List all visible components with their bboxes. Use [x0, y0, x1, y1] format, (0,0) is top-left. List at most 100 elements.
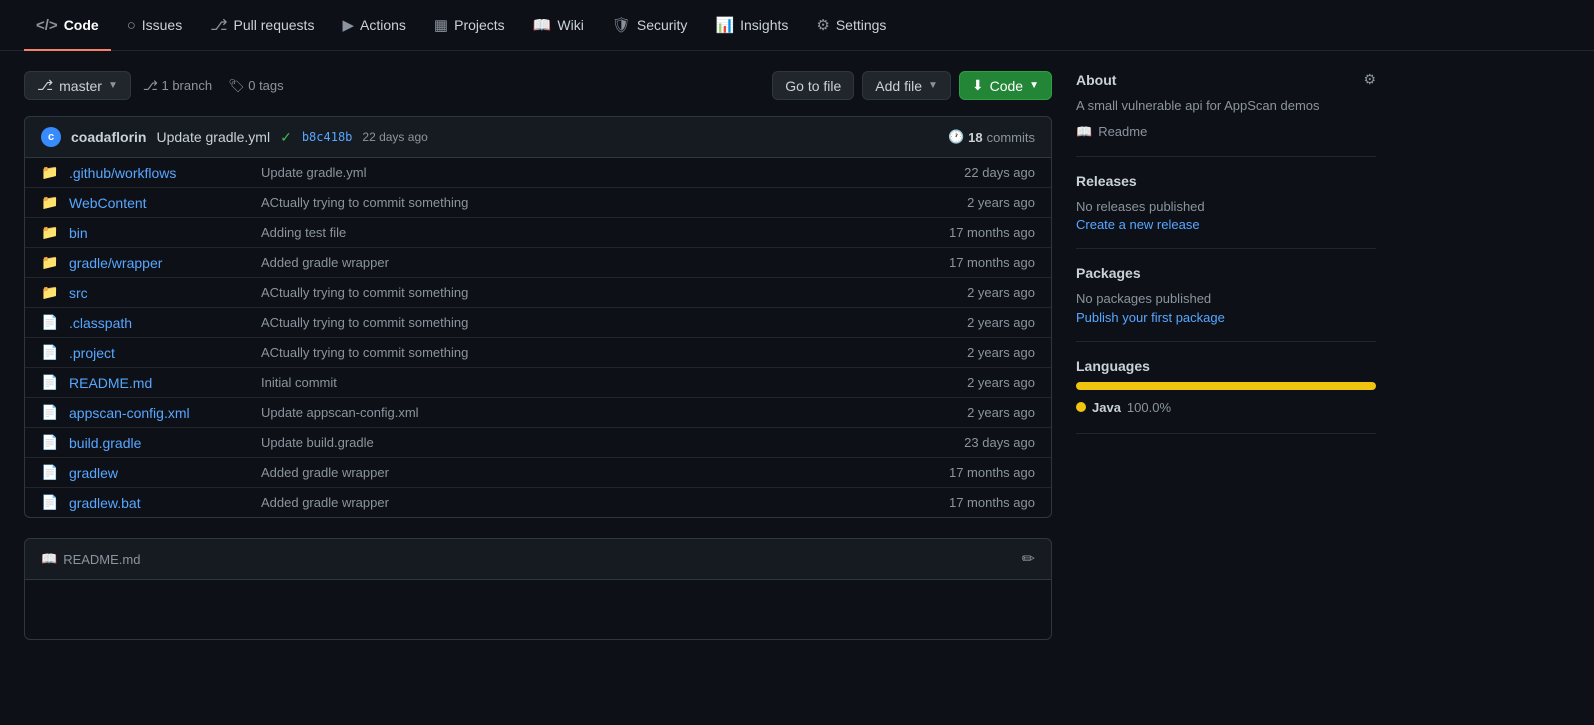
- table-row: 📄gradlewAdded gradle wrapper17 months ag…: [25, 458, 1051, 488]
- history-count: 18: [968, 130, 982, 145]
- file-name-link[interactable]: appscan-config.xml: [69, 405, 249, 421]
- commit-author-link[interactable]: coadaflorin: [71, 129, 146, 145]
- nav-label-settings: Settings: [836, 17, 887, 33]
- nav-label-security: Security: [637, 17, 688, 33]
- file-name-link[interactable]: gradlew: [69, 465, 249, 481]
- branch-count-link[interactable]: ⎇ 1 branch: [143, 78, 212, 94]
- folder-icon: 📁: [41, 254, 57, 271]
- wiki-icon: 📖: [533, 16, 552, 34]
- file-table: 📁.github/workflowsUpdate gradle.yml22 da…: [24, 158, 1052, 518]
- tag-icon: 🏷: [228, 78, 245, 93]
- edit-readme-button[interactable]: ✏: [1022, 549, 1035, 569]
- branch-count: 1: [161, 78, 168, 93]
- history-label: commits: [987, 130, 1035, 145]
- folder-icon: 📁: [41, 164, 57, 181]
- nav-item-pull-requests[interactable]: ⎇ Pull requests: [198, 8, 326, 42]
- readme-link-label: Readme: [1098, 124, 1147, 139]
- nav-label-pull-requests: Pull requests: [234, 17, 315, 33]
- file-name-link[interactable]: WebContent: [69, 195, 249, 211]
- nav-label-insights: Insights: [740, 17, 788, 33]
- add-file-button[interactable]: Add file ▼: [862, 71, 951, 100]
- file-time: 2 years ago: [967, 285, 1035, 300]
- file-commit-message: ACtually trying to commit something: [261, 195, 955, 210]
- actions-icon: ▶: [342, 16, 354, 34]
- nav-label-wiki: Wiki: [557, 17, 583, 33]
- packages-section: Packages No packages published Publish y…: [1076, 249, 1376, 342]
- file-name-link[interactable]: .classpath: [69, 315, 249, 331]
- nav-item-insights[interactable]: 📊 Insights: [703, 8, 800, 42]
- download-icon: ⬇: [972, 77, 984, 94]
- branch-label: branch: [172, 78, 212, 93]
- go-to-file-button[interactable]: Go to file: [772, 71, 854, 100]
- about-title: About: [1076, 72, 1116, 88]
- code-label: Code: [990, 78, 1023, 94]
- file-name-link[interactable]: gradle/wrapper: [69, 255, 249, 271]
- file-name-link[interactable]: bin: [69, 225, 249, 241]
- readme-content: [24, 580, 1052, 640]
- readme-link[interactable]: 📖 Readme: [1076, 124, 1376, 140]
- code-icon: </>: [36, 17, 58, 34]
- nav-item-issues[interactable]: ○ Issues: [115, 9, 195, 42]
- branch-selector[interactable]: ⎇ master ▼: [24, 71, 131, 100]
- publish-package-link[interactable]: Publish your first package: [1076, 310, 1225, 325]
- commit-time: 22 days ago: [362, 130, 427, 144]
- file-name-link[interactable]: build.gradle: [69, 435, 249, 451]
- settings-icon: ⚙: [816, 16, 829, 34]
- file-name-link[interactable]: README.md: [69, 375, 249, 391]
- file-name-link[interactable]: src: [69, 285, 249, 301]
- action-buttons: Go to file Add file ▼ ⬇ Code ▼: [772, 71, 1052, 100]
- tags-label: tags: [259, 78, 284, 93]
- book-icon: 📖: [1076, 124, 1092, 140]
- nav-item-projects[interactable]: ▦ Projects: [422, 8, 517, 42]
- right-sidebar: About ⚙ A small vulnerable api for AppSc…: [1076, 71, 1376, 640]
- code-chevron-icon: ▼: [1029, 80, 1039, 91]
- file-commit-message: Added gradle wrapper: [261, 255, 937, 270]
- releases-section: Releases No releases published Create a …: [1076, 157, 1376, 250]
- security-icon: 🛡: [612, 16, 631, 34]
- file-time: 17 months ago: [949, 255, 1035, 270]
- file-time: 2 years ago: [967, 405, 1035, 420]
- file-time: 2 years ago: [967, 375, 1035, 390]
- file-time: 2 years ago: [967, 345, 1035, 360]
- nav-item-code[interactable]: </> Code: [24, 9, 111, 42]
- file-name-link[interactable]: .github/workflows: [69, 165, 249, 181]
- commit-message-link[interactable]: Update gradle.yml: [156, 129, 270, 145]
- about-header: About ⚙: [1076, 71, 1376, 88]
- commit-hash-link[interactable]: b8c418b: [302, 130, 353, 144]
- file-icon: 📄: [41, 434, 57, 451]
- packages-header: Packages: [1076, 265, 1376, 281]
- code-button[interactable]: ⬇ Code ▼: [959, 71, 1052, 100]
- language-bar: [1076, 382, 1376, 390]
- file-icon: 📄: [41, 494, 57, 511]
- commit-hash-text: b8c418b: [302, 130, 353, 144]
- releases-title: Releases: [1076, 173, 1137, 189]
- branch-icon: ⎇: [37, 77, 53, 94]
- nav-item-settings[interactable]: ⚙ Settings: [804, 8, 898, 42]
- folder-icon: 📁: [41, 224, 57, 241]
- table-row: 📁binAdding test file17 months ago: [25, 218, 1051, 248]
- folder-icon: 📁: [41, 194, 57, 211]
- history-icon: 🕐: [948, 129, 964, 145]
- file-time: 22 days ago: [964, 165, 1035, 180]
- file-name-link[interactable]: gradlew.bat: [69, 495, 249, 511]
- file-commit-message: Update build.gradle: [261, 435, 952, 450]
- releases-header: Releases: [1076, 173, 1376, 189]
- nav-item-wiki[interactable]: 📖 Wiki: [521, 8, 596, 42]
- nav-item-security[interactable]: 🛡 Security: [600, 8, 700, 42]
- commit-history: 🕐 18 commits: [948, 129, 1035, 145]
- about-settings-button[interactable]: ⚙: [1363, 71, 1376, 88]
- nav-item-actions[interactable]: ▶ Actions: [330, 8, 417, 42]
- tags-count: 0: [248, 78, 255, 93]
- add-file-label: Add file: [875, 78, 922, 94]
- create-release-link[interactable]: Create a new release: [1076, 217, 1200, 232]
- nav-label-issues: Issues: [142, 17, 182, 33]
- file-icon: 📄: [41, 404, 57, 421]
- file-name-link[interactable]: .project: [69, 345, 249, 361]
- java-color-dot: [1076, 402, 1086, 412]
- file-commit-message: Added gradle wrapper: [261, 495, 937, 510]
- insights-icon: 📊: [715, 16, 734, 34]
- releases-empty-text: No releases published: [1076, 197, 1376, 217]
- tags-count-link[interactable]: 🏷 0 tags: [228, 78, 284, 94]
- pull-request-icon: ⎇: [210, 16, 227, 34]
- table-row: 📄build.gradleUpdate build.gradle23 days …: [25, 428, 1051, 458]
